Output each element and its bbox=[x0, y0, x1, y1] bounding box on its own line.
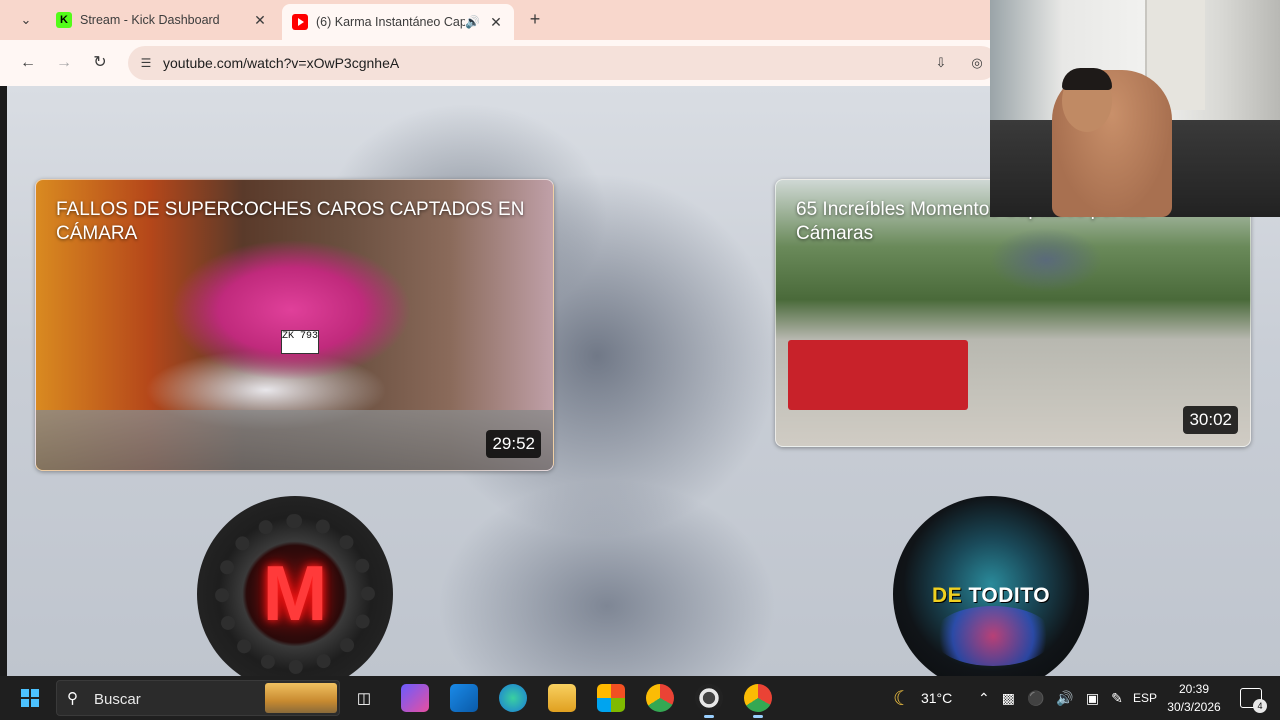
network-icon[interactable]: ▣ bbox=[1086, 690, 1099, 707]
microsoft-store-icon[interactable] bbox=[597, 684, 625, 712]
end-screen-video-card[interactable]: ZK 793 FALLOS DE SUPERCOCHES CAROS CAPTA… bbox=[35, 179, 554, 471]
thumbnail-floor bbox=[36, 410, 553, 470]
edge-icon[interactable] bbox=[499, 684, 527, 712]
file-explorer-icon[interactable] bbox=[548, 684, 576, 712]
weather-widget[interactable]: ☾ 31°C bbox=[893, 676, 952, 720]
channel-logo-art bbox=[933, 606, 1053, 666]
video-card-title: FALLOS DE SUPERCOCHES CAROS CAPTADOS EN … bbox=[56, 199, 525, 244]
close-tab-icon[interactable]: ✕ bbox=[488, 14, 504, 31]
pen-icon[interactable]: ✎ bbox=[1111, 690, 1123, 707]
channel-logo-todito: TODITO bbox=[968, 584, 1051, 607]
volume-icon[interactable]: 🔊 bbox=[1056, 690, 1073, 707]
back-arrow-icon[interactable]: ← bbox=[16, 51, 40, 75]
tab-search-chevron-icon[interactable]: ⌄ bbox=[12, 8, 40, 32]
search-placeholder: Buscar bbox=[94, 691, 141, 708]
url-text[interactable]: youtube.com/watch?v=xOwP3cgnheA bbox=[163, 55, 399, 71]
outlook-icon[interactable] bbox=[450, 684, 478, 712]
license-plate: ZK 793 bbox=[281, 330, 319, 354]
clock-time: 20:39 bbox=[1178, 682, 1210, 696]
new-tab-button[interactable]: + bbox=[524, 8, 546, 30]
webcam-overlay bbox=[990, 0, 1280, 217]
windows-start-icon[interactable] bbox=[16, 684, 44, 712]
clock[interactable]: 20:39 30/3/2026 bbox=[1166, 680, 1222, 716]
video-duration: 30:02 bbox=[1183, 406, 1238, 434]
forward-arrow-icon[interactable]: → bbox=[52, 51, 76, 75]
obs-studio-icon[interactable] bbox=[695, 684, 723, 718]
clock-date: 30/3/2026 bbox=[1167, 700, 1221, 714]
end-screen-video-card[interactable]: 65 Increíbles Momentos Captados por las … bbox=[775, 179, 1251, 447]
search-highlight-image[interactable] bbox=[265, 683, 337, 713]
microphone-icon[interactable]: ⚫ bbox=[1027, 690, 1044, 707]
video-duration: 29:52 bbox=[486, 430, 541, 458]
close-tab-icon[interactable]: ✕ bbox=[252, 12, 268, 29]
tab-youtube-video[interactable]: (6) Karma Instantáneo Captados 🔊 ✕ bbox=[282, 4, 514, 40]
tab-kick-dashboard[interactable]: K Stream - Kick Dashboard ✕ bbox=[46, 4, 278, 36]
reload-icon[interactable]: ↻ bbox=[88, 51, 112, 75]
taskbar-search-box[interactable]: ⚲ Buscar bbox=[56, 680, 340, 716]
channel-subscribe-avatar[interactable]: M bbox=[197, 496, 393, 676]
channel-logo-de: DE bbox=[931, 584, 963, 607]
channel-subscribe-avatar[interactable]: DE TODITO bbox=[893, 496, 1089, 676]
install-app-icon[interactable]: ⇩ bbox=[932, 54, 950, 72]
windows-taskbar: ⚲ Buscar ◫ ☾ 31°C ⌃ ▩ ⚫ 🔊 ▣ ✎ ESP 20:39 … bbox=[0, 676, 1280, 720]
webcam-streamer-hair bbox=[1062, 68, 1112, 90]
kick-icon: K bbox=[56, 12, 72, 28]
tab-title: Stream - Kick Dashboard bbox=[80, 13, 220, 27]
youtube-icon bbox=[292, 14, 308, 30]
channel-logo-letter: M bbox=[262, 549, 328, 637]
task-view-icon[interactable]: ◫ bbox=[350, 684, 378, 712]
search-icon: ⚲ bbox=[67, 690, 78, 707]
address-bar[interactable]: ☰ youtube.com/watch?v=xOwP3cgnheA ⇩ ◎ bbox=[128, 46, 998, 80]
google-lens-icon[interactable]: ◎ bbox=[968, 54, 986, 72]
chevron-up-icon[interactable]: ⌃ bbox=[978, 690, 990, 707]
site-settings-icon[interactable]: ☰ bbox=[136, 53, 156, 73]
chrome-profile-icon[interactable] bbox=[744, 684, 772, 718]
weather-temperature: 31°C bbox=[920, 690, 953, 706]
copilot-icon[interactable] bbox=[401, 684, 429, 712]
speaker-icon[interactable]: 🔊 bbox=[465, 15, 480, 29]
moon-icon: ☾ bbox=[893, 687, 911, 710]
chrome-icon[interactable] bbox=[646, 684, 674, 712]
screen: ⌄ K Stream - Kick Dashboard ✕ (6) Karma … bbox=[0, 0, 1280, 720]
channel-logo-text: DE TODITO bbox=[893, 584, 1089, 608]
fire-truck-image bbox=[788, 340, 968, 410]
notification-icon[interactable]: 4 bbox=[1240, 688, 1267, 713]
tab-title: (6) Karma Instantáneo Captados bbox=[316, 15, 466, 29]
system-tray: ⌃ ▩ ⚫ 🔊 ▣ ✎ bbox=[978, 676, 1123, 720]
notification-badge: 4 bbox=[1253, 699, 1267, 713]
device-icon[interactable]: ▩ bbox=[1002, 690, 1015, 707]
language-indicator[interactable]: ESP bbox=[1133, 676, 1157, 720]
